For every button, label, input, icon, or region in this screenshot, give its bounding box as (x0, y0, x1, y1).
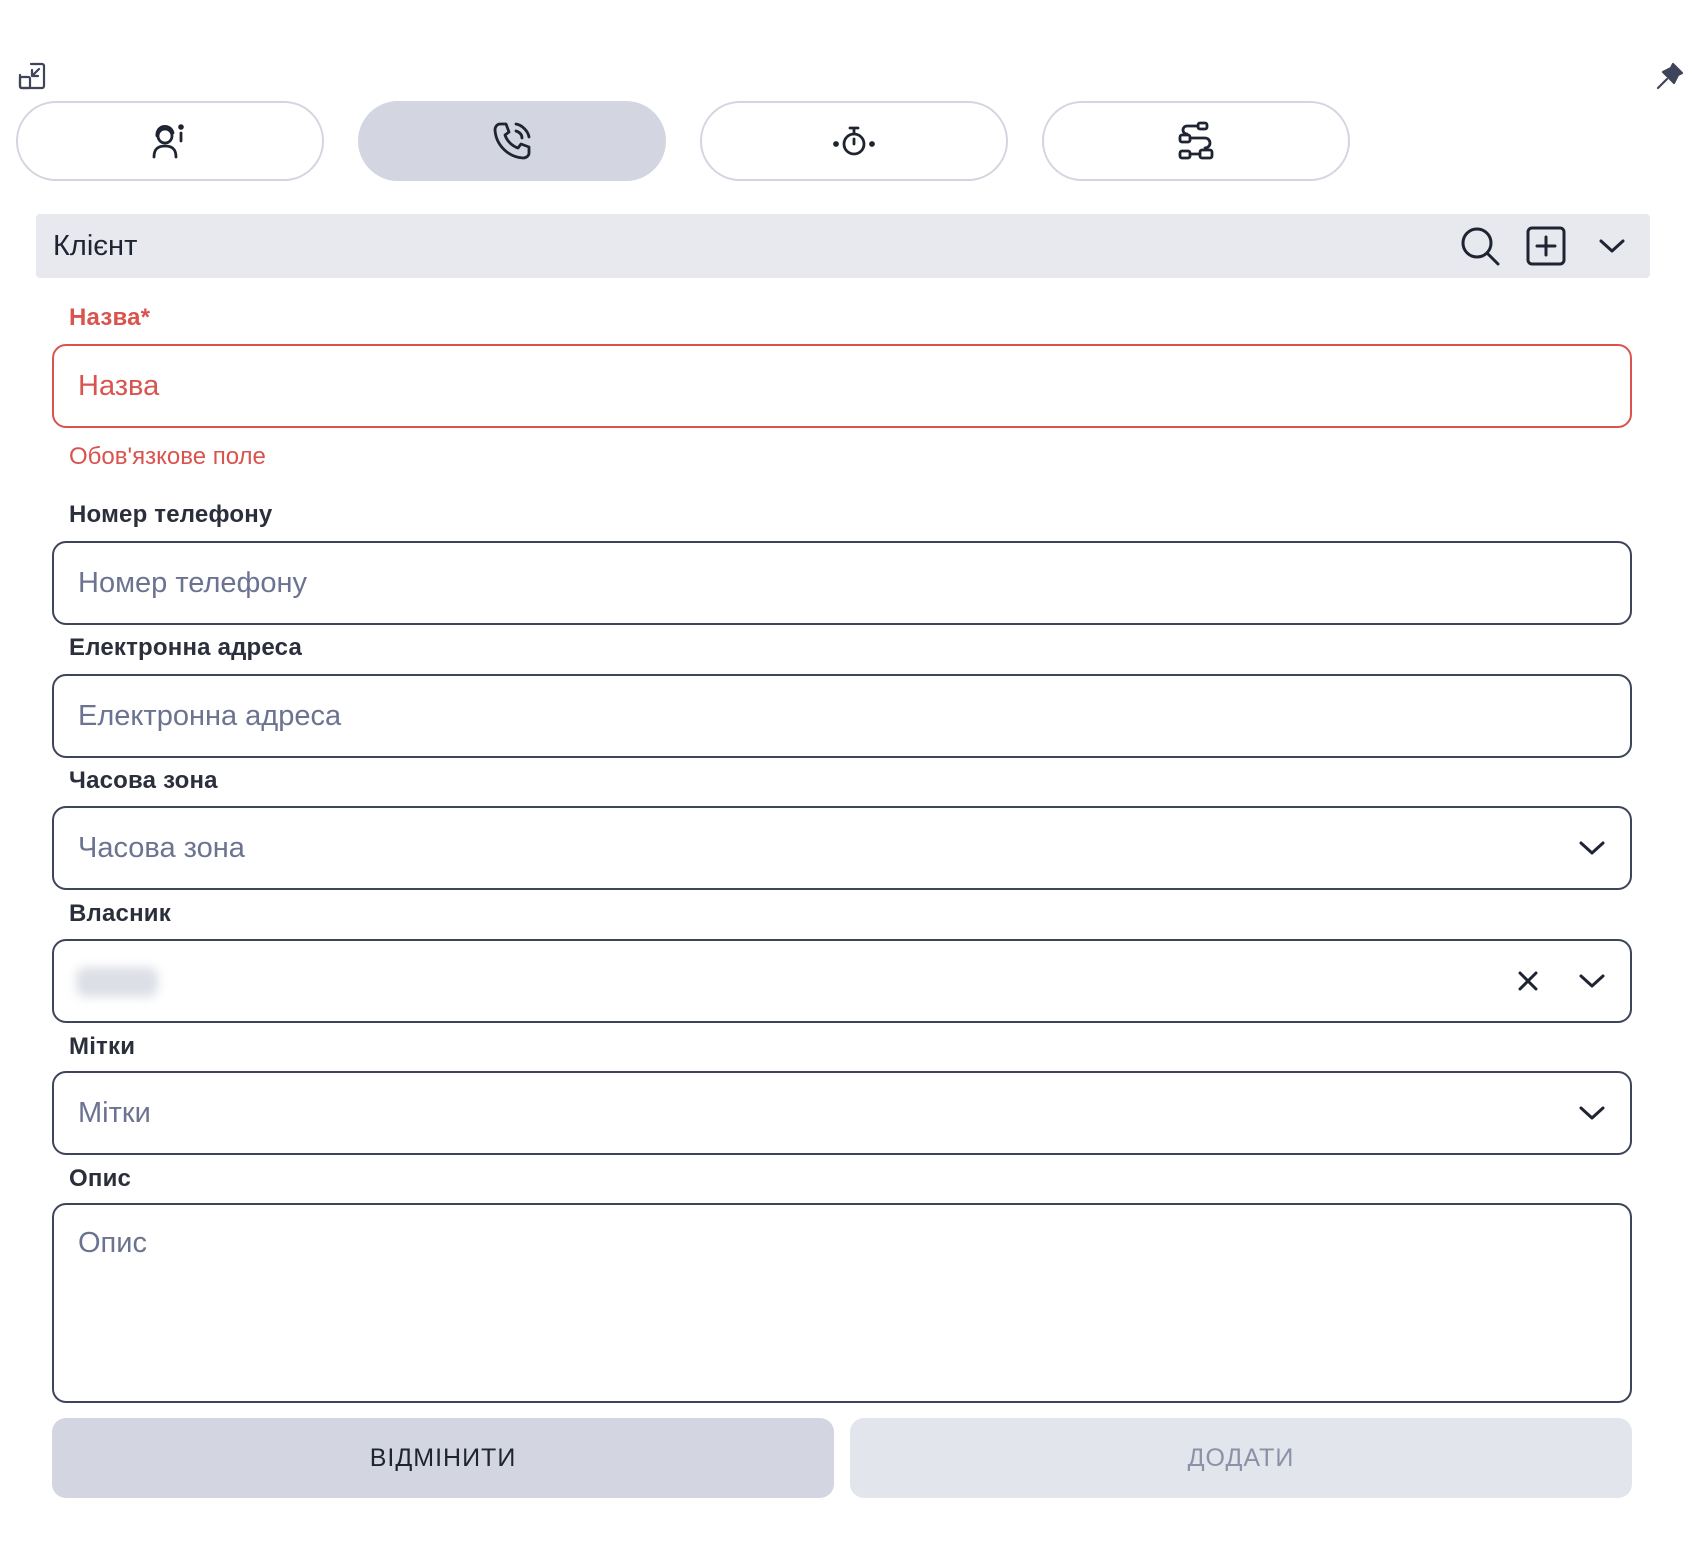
tags-dropdown-button[interactable] (1568, 1073, 1616, 1153)
add-client-button[interactable] (1522, 222, 1570, 270)
phone-icon (493, 122, 531, 160)
timezone-select[interactable]: Часова зона (52, 806, 1632, 890)
search-icon (1461, 227, 1500, 266)
contact-info-icon (152, 124, 184, 159)
timezone-placeholder: Часова зона (78, 832, 245, 864)
chevron-down-icon (1579, 974, 1605, 988)
tab-phone[interactable] (358, 101, 666, 181)
email-label: Електронна адреса (69, 634, 303, 661)
add-button[interactable]: ДОДАТИ (850, 1418, 1632, 1498)
owner-dropdown-button[interactable] (1568, 941, 1616, 1021)
phone-label: Номер телефону (69, 501, 273, 528)
name-error-message: Обов'язкове поле (69, 443, 266, 470)
description-textarea[interactable] (54, 1205, 1630, 1401)
name-field (52, 344, 1632, 428)
collapse-window-button[interactable] (14, 58, 50, 94)
timezone-label: Часова зона (69, 767, 218, 794)
chevron-down-icon (1599, 239, 1625, 253)
name-label: Назва* (69, 304, 151, 331)
chevron-down-icon (1579, 1106, 1605, 1120)
name-input[interactable] (54, 346, 1630, 426)
close-icon (1518, 971, 1538, 991)
section-collapse-button[interactable] (1588, 222, 1636, 270)
chevron-down-icon (1579, 841, 1605, 855)
tags-label: Мітки (69, 1033, 136, 1060)
plus-square-icon (1526, 226, 1566, 266)
phone-field (52, 541, 1632, 625)
cancel-button[interactable]: ВІДМІНИТИ (52, 1418, 834, 1498)
section-title: Клієнт (53, 230, 138, 262)
owner-select[interactable] (52, 939, 1632, 1023)
stopwatch-icon (833, 126, 875, 156)
owner-clear-button[interactable] (1504, 941, 1552, 1021)
tags-placeholder: Мітки (78, 1097, 151, 1129)
pin-icon (1656, 62, 1684, 90)
tags-select[interactable]: Мітки (52, 1071, 1632, 1155)
pin-button[interactable] (1652, 58, 1688, 94)
owner-label: Власник (69, 900, 171, 927)
tab-stopwatch[interactable] (700, 101, 1008, 181)
phone-input[interactable] (54, 543, 1630, 623)
timezone-dropdown-button[interactable] (1568, 808, 1616, 888)
description-field (52, 1203, 1632, 1403)
email-input[interactable] (54, 676, 1630, 756)
email-field (52, 674, 1632, 758)
tab-flow[interactable] (1042, 101, 1350, 181)
collapse-window-icon (18, 62, 46, 90)
flow-icon (1178, 121, 1214, 160)
tab-contact-info[interactable] (16, 101, 324, 181)
owner-value-redacted (76, 967, 158, 997)
description-label: Опис (69, 1165, 132, 1192)
client-section-header: Клієнт (36, 214, 1650, 278)
search-button[interactable] (1456, 222, 1504, 270)
